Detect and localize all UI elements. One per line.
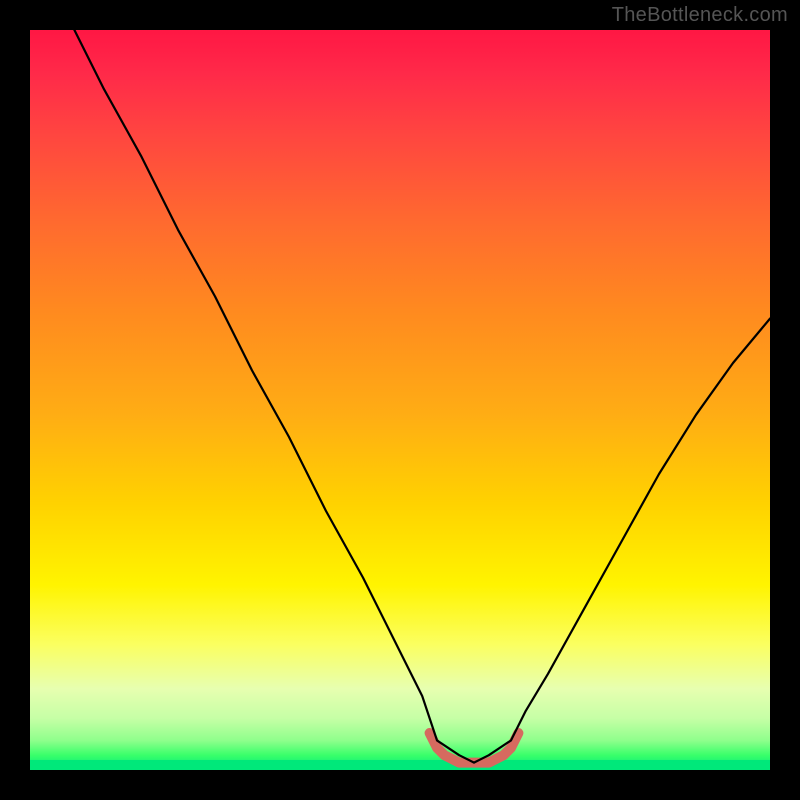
chart-frame: TheBottleneck.com bbox=[0, 0, 800, 800]
plot-area bbox=[30, 30, 770, 770]
curves-svg bbox=[30, 30, 770, 770]
watermark-text: TheBottleneck.com bbox=[612, 4, 788, 27]
optimal-marker-path bbox=[430, 733, 519, 763]
bottleneck-curve-path bbox=[74, 30, 770, 763]
